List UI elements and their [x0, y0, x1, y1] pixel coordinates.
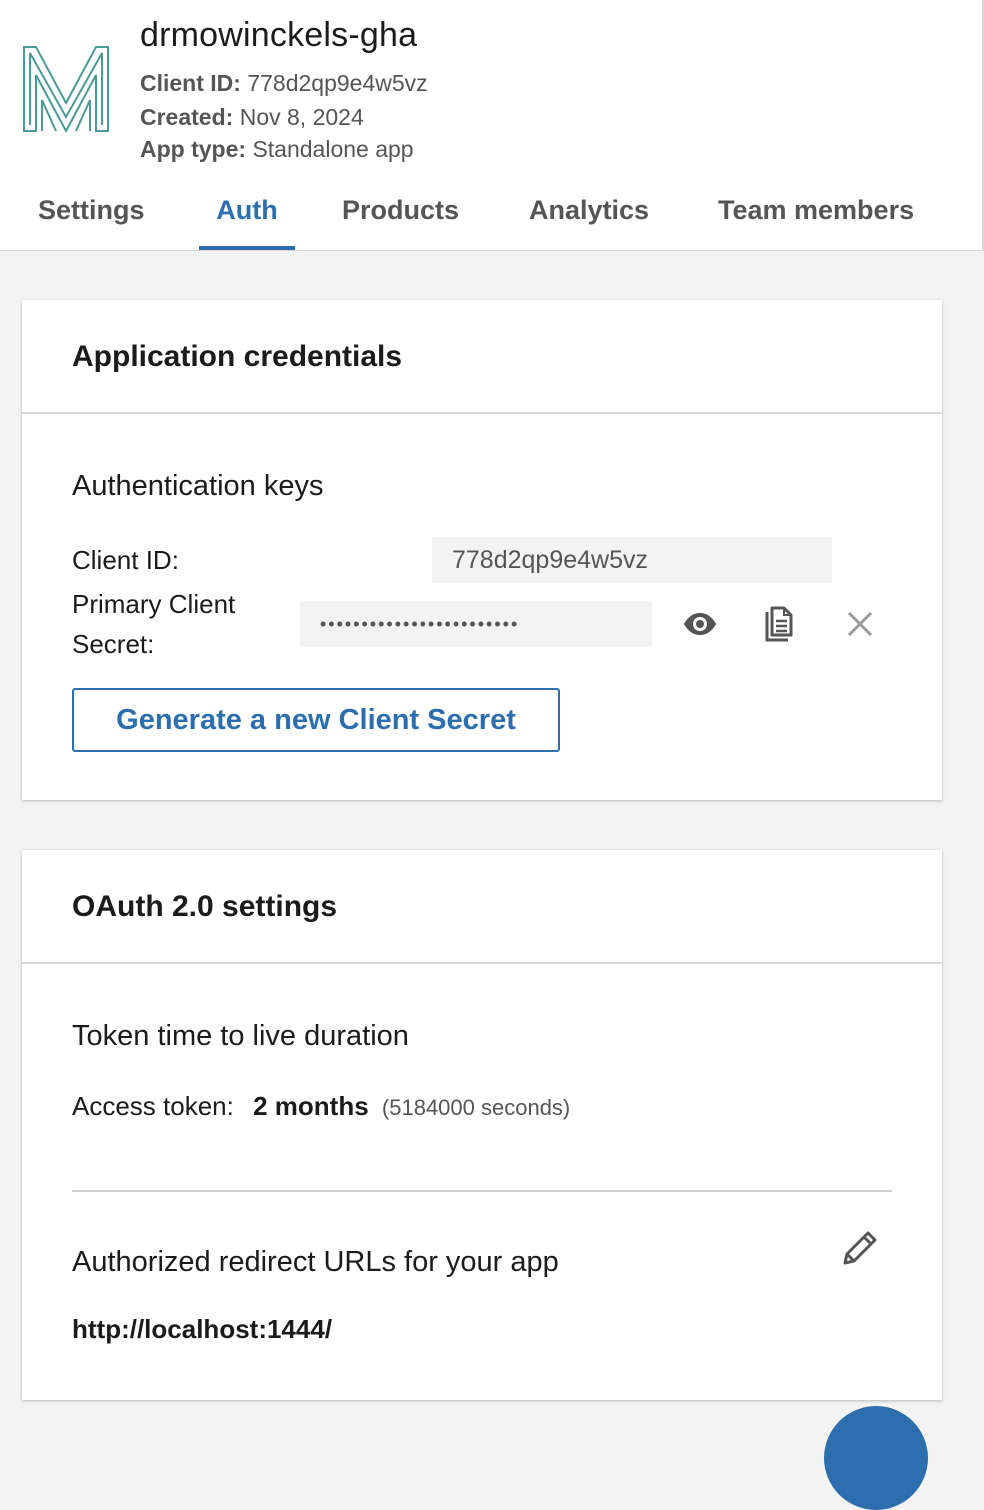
ttl-heading: Token time to live duration	[72, 1020, 409, 1052]
secret-label-line2: Secret:	[72, 629, 155, 659]
access-token-row: Access token: 2 months (5184000 seconds)	[72, 1086, 570, 1128]
header-app-type: App type: Standalone app	[140, 136, 414, 163]
access-token-value: 2 months	[253, 1091, 369, 1121]
auth-keys-heading: Authentication keys	[72, 470, 324, 502]
header-client-id-value: 778d2qp9e4w5vz	[247, 70, 428, 96]
app-header: drmowinckels-gha Client ID: 778d2qp9e4w5…	[0, 0, 984, 251]
show-secret-button[interactable]	[680, 604, 720, 644]
credentials-title: Application credentials	[72, 340, 403, 373]
access-token-label: Access token:	[72, 1091, 234, 1121]
oauth-divider	[72, 1190, 892, 1192]
header-created: Created: Nov 8, 2024	[140, 104, 364, 131]
tab-analytics[interactable]: Analytics	[529, 186, 655, 250]
tab-products[interactable]: Products	[342, 186, 466, 250]
secret-label-line1: Primary Client	[72, 589, 236, 619]
m-logo-icon	[23, 46, 109, 133]
redirect-heading: Authorized redirect URLs for your app	[72, 1246, 559, 1278]
pencil-icon	[843, 1231, 877, 1265]
redirect-url[interactable]: http://localhost:1444/	[72, 1314, 332, 1345]
client-id-label: Client ID:	[72, 545, 179, 575]
eye-icon	[684, 613, 716, 635]
delete-secret-button[interactable]	[840, 604, 880, 644]
tab-bar: Settings Auth Products Analytics Team me…	[0, 186, 982, 250]
edit-redirects-button[interactable]	[838, 1226, 882, 1270]
header-client-id-label: Client ID:	[140, 70, 241, 96]
copy-icon	[765, 606, 793, 642]
header-app-type-value: Standalone app	[252, 136, 414, 162]
tab-team-members[interactable]: Team members	[718, 186, 928, 250]
floating-action-button[interactable]	[824, 1406, 928, 1510]
oauth-card-header: OAuth 2.0 settings	[22, 850, 942, 964]
header-app-type-label: App type:	[140, 136, 247, 162]
header-created-value: Nov 8, 2024	[239, 104, 364, 130]
tab-settings[interactable]: Settings	[38, 186, 152, 250]
oauth-title: OAuth 2.0 settings	[72, 890, 338, 923]
header-created-label: Created:	[140, 104, 234, 130]
copy-secret-button[interactable]	[759, 604, 799, 644]
close-icon	[847, 611, 873, 637]
access-token-seconds: (5184000 seconds)	[381, 1095, 571, 1120]
client-secret-field[interactable]: ••••••••••••••••••••••••	[300, 601, 652, 647]
header-client-id: Client ID: 778d2qp9e4w5vz	[140, 70, 428, 97]
generate-secret-button[interactable]: Generate a new Client Secret	[72, 688, 560, 752]
credentials-card-header: Application credentials	[22, 300, 942, 414]
app-name: drmowinckels-gha	[140, 16, 418, 54]
tab-auth[interactable]: Auth	[199, 186, 295, 250]
client-id-field[interactable]: 778d2qp9e4w5vz	[432, 537, 832, 583]
